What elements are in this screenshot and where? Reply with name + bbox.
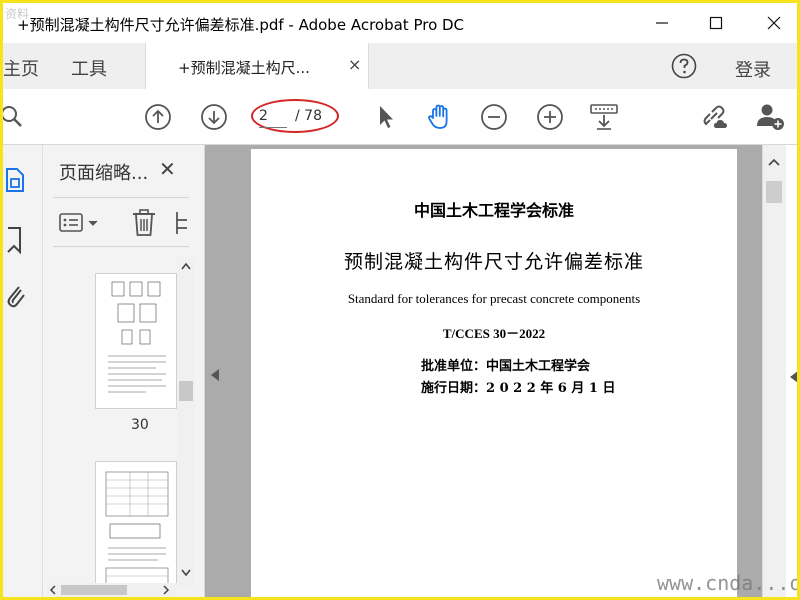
next-page-button[interactable] [197,100,231,134]
window-close-button[interactable] [751,7,797,39]
thumbnail-preview [105,471,169,583]
scroll-down-icon[interactable] [180,567,192,577]
navigation-rail [3,145,43,597]
minimize-button[interactable] [639,7,685,39]
read-mode-icon [590,104,618,130]
expand-panel-arrow[interactable] [790,371,797,383]
previous-page-button[interactable] [141,100,175,134]
page-thumbnail[interactable] [95,273,177,409]
share-link-icon [703,105,727,128]
doc-standard-number: T/CCES 30－2022 [442,326,546,341]
doc-title-cn: 预制混凝土构件尺寸允许偏差标准 [343,251,644,273]
scrollbar-thumb[interactable] [179,381,193,401]
thumbnail-list: 30 [43,253,177,583]
scroll-up-icon[interactable] [767,157,781,167]
tab-home[interactable]: 主页 [3,55,39,81]
search-button[interactable] [3,100,29,134]
delete-trash-icon[interactable] [131,208,157,238]
page-number-input[interactable]: 2 [259,108,287,128]
thumbnail-vertical-scrollbar[interactable] [177,257,195,587]
minimize-icon [656,22,668,24]
tab-bar: 主页 工具 +预制混凝土构尺... × 登录 [3,43,797,89]
next-page-icon [201,104,227,130]
collapse-panel-arrow[interactable] [211,369,219,381]
select-pointer-icon [380,106,393,128]
close-icon [767,16,781,30]
previous-page-icon [145,104,171,130]
maximize-button[interactable] [693,7,739,39]
scrollbar-thumb[interactable] [61,585,127,595]
document-scrollbar[interactable] [762,145,786,597]
login-link[interactable]: 登录 [735,56,771,82]
zoom-in-icon [537,104,563,130]
search-icon [3,106,22,127]
scroll-up-icon[interactable] [180,261,192,271]
page-navigator: 2 / 78 [251,99,339,133]
page-total: / 78 [295,108,322,124]
scrollbar-thumb[interactable] [766,181,782,203]
add-user-button[interactable] [753,100,787,134]
help-icon[interactable] [671,53,697,79]
add-user-icon [757,104,784,130]
tab-tools[interactable]: 工具 [71,55,107,81]
main-toolbar: 2 / 78 [3,89,797,145]
tab-document[interactable]: +预制混凝土构尺... × [145,43,369,89]
doc-issuer-heading: 中国土木工程学会标准 [413,201,574,220]
title-bar: 资料 +预制混凝土构件尺寸允许偏差标准.pdf - Adobe Acrobat … [3,3,797,43]
tab-document-label: +预制混凝土构尺... [178,59,310,77]
scroll-left-icon[interactable] [48,585,58,595]
page-thumbnails-icon[interactable] [5,165,27,195]
more-tools-icon[interactable] [175,208,189,238]
zoom-out-button[interactable] [477,100,511,134]
scroll-right-icon[interactable] [161,585,171,595]
panel-close-button[interactable]: ✕ [159,157,176,181]
thumbnail-page-label: 30 [131,417,149,433]
thumbnail-preview [108,281,166,393]
thumbnail-horizontal-scrollbar[interactable] [47,583,177,597]
zoom-in-button[interactable] [533,100,567,134]
hand-tool-icon [428,104,448,129]
app-window: 资料 +预制混凝土构件尺寸允许偏差标准.pdf - Adobe Acrobat … [0,0,800,600]
page-thumbnail[interactable] [95,461,177,583]
doc-approval-unit: 批准单位：中国土木工程学会 [421,359,591,374]
panel-toolbar [53,197,189,247]
document-page: 中国土木工程学会标准 预制混凝土构件尺寸允许偏差标准 Standard for … [251,149,737,597]
site-watermark: www.cnda...om [657,571,800,595]
hand-tool-button[interactable] [423,100,457,134]
maximize-icon [709,16,723,30]
thumbnails-panel: 页面缩略... ✕ 30 [43,145,205,597]
zoom-out-icon [481,104,507,130]
options-menu-icon[interactable] [59,212,103,234]
doc-effective-date: 施行日期：2 0 2 2 年 6 月 1 日 [421,381,616,396]
attachment-icon[interactable] [5,281,27,311]
doc-title-en: Standard for tolerances for precast conc… [347,291,641,306]
window-title: +预制混凝土构件尺寸允许偏差标准.pdf - Adobe Acrobat Pro… [17,16,465,34]
read-mode-button[interactable] [587,100,621,134]
select-tool-button[interactable] [369,100,403,134]
tab-close-button[interactable]: × [348,55,361,74]
share-link-button[interactable] [699,100,733,134]
document-viewport[interactable]: 中国土木工程学会标准 预制混凝土构件尺寸允许偏差标准 Standard for … [205,145,762,597]
bookmark-icon[interactable] [5,225,27,255]
panel-title: 页面缩略... [59,163,149,184]
